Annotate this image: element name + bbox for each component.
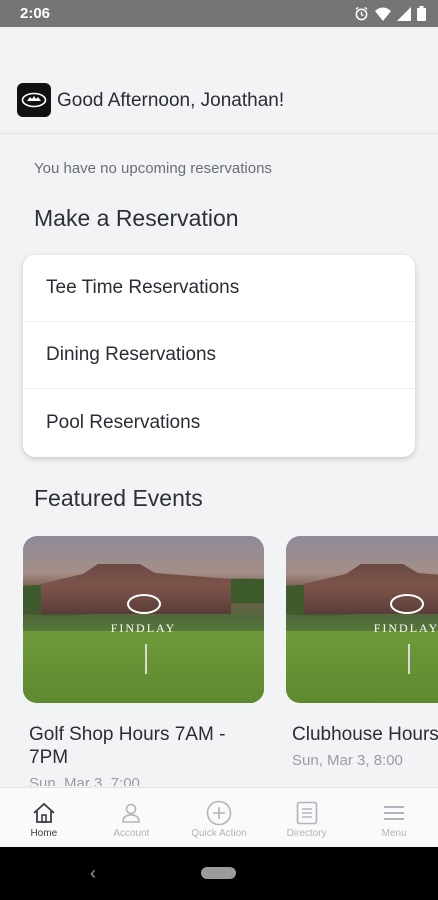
greeting-text: Good Afternoon, Jonathan! <box>57 90 285 111</box>
directory-icon <box>296 800 318 826</box>
event-image: FINDLAY <box>286 536 438 703</box>
club-logo-icon <box>17 83 51 117</box>
nav-menu[interactable]: Menu <box>350 788 438 847</box>
nav-quick-action[interactable]: Quick Action <box>175 788 263 847</box>
make-reservation-title: Make a Reservation <box>34 205 239 231</box>
event-date: Sun, Mar 3, 8:00 <box>292 752 403 769</box>
reservation-item-label: Dining Reservations <box>46 344 217 365</box>
nav-label: Quick Action <box>191 828 247 839</box>
nav-label: Menu <box>381 828 407 839</box>
event-title: Golf Shop Hours 7AM - 7PM <box>29 724 226 768</box>
signal-icon <box>397 6 411 21</box>
status-bar: 2:06 <box>0 0 438 27</box>
nav-directory[interactable]: Directory <box>263 788 351 847</box>
status-time: 2:06 <box>20 5 51 22</box>
dining-reservations-item[interactable]: Dining Reservations <box>23 322 415 389</box>
alarm-icon <box>354 6 369 21</box>
menu-icon <box>383 800 405 826</box>
event-date: Sun, Mar 3, 7:00 <box>29 775 140 786</box>
reservation-item-label: Pool Reservations <box>46 411 201 433</box>
reservation-options-card: Tee Time Reservations Dining Reservation… <box>23 255 415 457</box>
home-pill-icon[interactable] <box>201 867 236 879</box>
no-reservations-message: You have no upcoming reservations <box>34 160 272 177</box>
back-chevron-icon[interactable]: ‹ <box>90 863 96 884</box>
reservation-item-label: Tee Time Reservations <box>46 277 240 298</box>
emblem-text: FINDLAY <box>110 621 177 635</box>
wifi-icon <box>375 7 391 21</box>
club-emblem: FINDLAY <box>23 594 264 636</box>
battery-icon <box>417 6 426 21</box>
nav-label: Directory <box>286 828 327 839</box>
emblem-text: FINDLAY <box>373 621 438 635</box>
nav-home[interactable]: Home <box>0 788 88 847</box>
featured-events-carousel[interactable]: FINDLAY Golf Shop Hours 7AM - 7PM Sun, M… <box>23 536 438 786</box>
system-navigation-bar: ‹ <box>0 847 438 900</box>
nav-label: Account <box>113 828 150 839</box>
nav-label: Home <box>30 828 58 839</box>
tee-time-reservations-item[interactable]: Tee Time Reservations <box>23 255 415 322</box>
featured-events-title: Featured Events <box>34 485 203 511</box>
home-icon <box>32 800 56 826</box>
app-header: Good Afternoon, Jonathan! <box>0 27 438 134</box>
bottom-navigation: Home Account Quick Action Directory Menu <box>0 787 438 847</box>
event-image: FINDLAY <box>23 536 264 703</box>
event-title: Clubhouse Hours 8PM <box>292 724 438 745</box>
user-icon <box>120 800 142 826</box>
nav-account[interactable]: Account <box>88 788 176 847</box>
club-emblem: FINDLAY <box>286 594 438 636</box>
event-card[interactable]: FINDLAY Golf Shop Hours 7AM - 7PM Sun, M… <box>23 536 264 786</box>
event-card[interactable]: FINDLAY Clubhouse Hours 8PM Sun, Mar 3, … <box>286 536 438 769</box>
plus-circle-icon <box>206 800 232 826</box>
pool-reservations-item[interactable]: Pool Reservations <box>23 389 415 456</box>
status-icons <box>354 6 426 21</box>
